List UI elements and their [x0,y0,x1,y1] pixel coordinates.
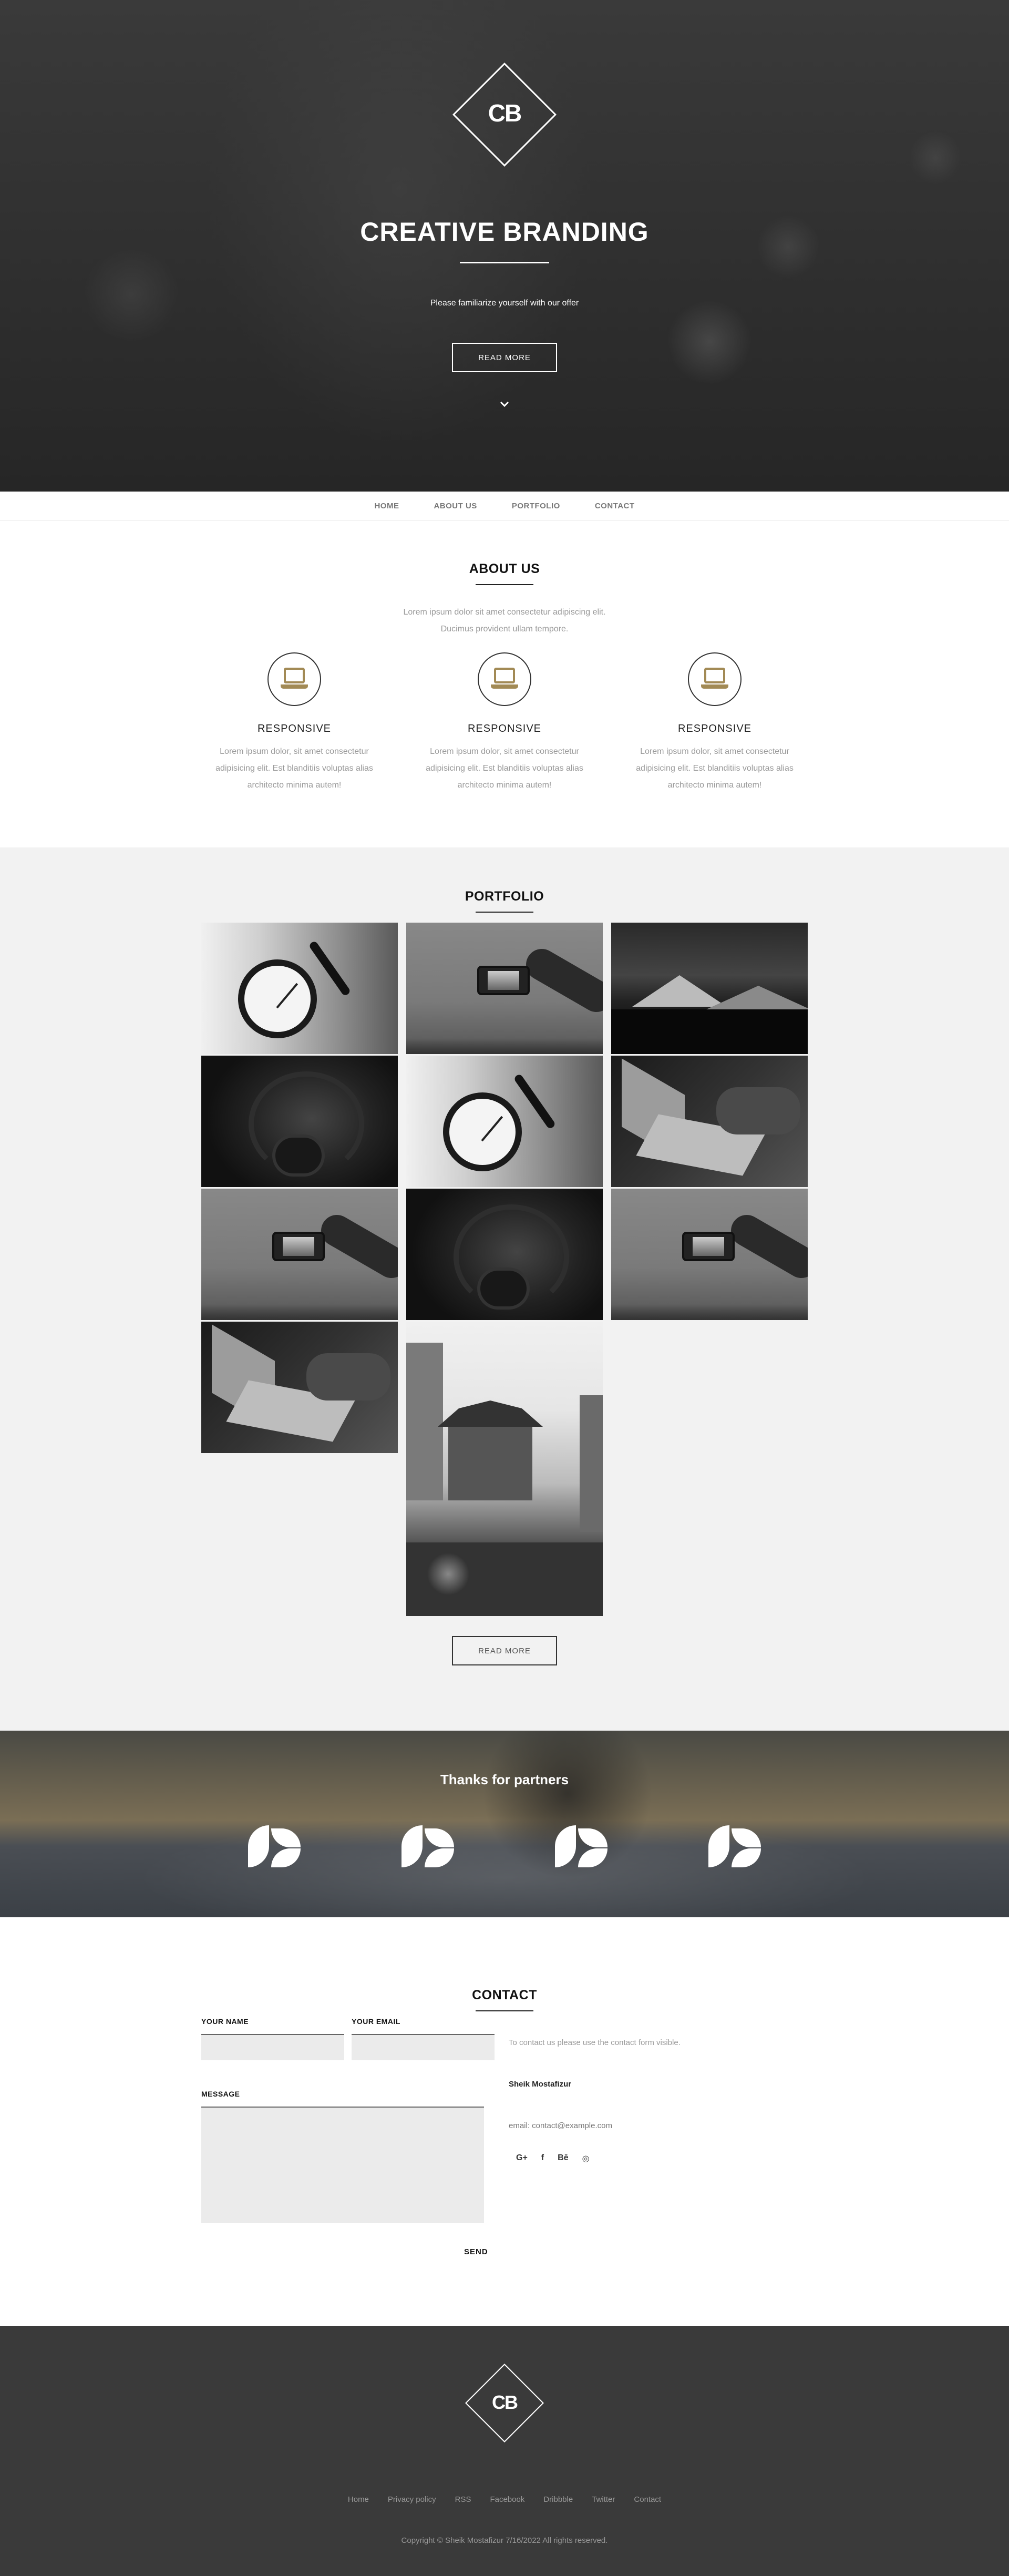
footer: CB Home Privacy policy RSS Facebook Drib… [0,2326,1009,2576]
about-divider [476,584,533,585]
footer-links: Home Privacy policy RSS Facebook Dribbbl… [0,2495,1009,2504]
hero-title: CREATIVE BRANDING [360,217,649,247]
portfolio-image-clock[interactable] [406,1056,603,1187]
google-plus-icon[interactable]: G+ [516,2153,528,2164]
hero-read-more-button[interactable]: READ MORE [452,343,557,372]
portfolio-image-phone[interactable] [201,1189,398,1320]
hero-section: CB CREATIVE BRANDING Please familiarize … [0,0,1009,492]
footer-link-home[interactable]: Home [348,2495,369,2504]
behance-icon[interactable]: Bē [558,2153,568,2164]
portfolio-section: PORTFOLIO READ MORE [0,847,1009,1731]
portfolio-image-clock[interactable] [201,923,398,1054]
main-nav: HOME ABOUT US PORTFOLIO CONTACT [0,492,1009,520]
contact-section: CONTACT YOUR NAME YOUR EMAIL MESSAGE SEN… [0,1917,1009,2326]
partner-logo-icon[interactable] [555,1825,608,1867]
feature-title: RESPONSIVE [257,723,332,734]
about-subtitle: Lorem ipsum dolor sit amet consectetur a… [0,604,1009,638]
portfolio-image-phone[interactable] [406,923,603,1054]
partner-logo-icon[interactable] [248,1825,301,1867]
portfolio-title: PORTFOLIO [465,889,544,904]
message-field[interactable] [201,2107,484,2223]
hero-divider [460,262,549,263]
portfolio-image-headphones[interactable] [406,1189,603,1320]
name-label: YOUR NAME [201,2017,249,2026]
message-label: MESSAGE [201,2090,240,2098]
contact-form: YOUR NAME YOUR EMAIL MESSAGE SEND [201,2017,496,2256]
portfolio-divider [476,912,533,913]
feature-card: RESPONSIVE Lorem ipsum dolor, sit amet c… [413,652,596,794]
feature-text: Lorem ipsum dolor, sit amet consectetur … [636,747,794,790]
hero-logo: CB [488,99,522,127]
partners-title: Thanks for partners [440,1772,569,1787]
contact-title: CONTACT [472,1988,537,2002]
nav-about-us[interactable]: ABOUT US [434,502,477,510]
chevron-down-icon[interactable] [498,400,511,411]
contact-info: To contact us please use the contact for… [509,2038,771,2164]
portfolio-image-headphones[interactable] [201,1056,398,1187]
partner-logos [0,1825,1009,1867]
portfolio-image-phone[interactable] [611,1189,808,1320]
feature-title: RESPONSIVE [677,723,752,734]
footer-link-privacy[interactable]: Privacy policy [388,2495,436,2504]
feature-text: Lorem ipsum dolor, sit amet consectetur … [215,747,373,790]
portfolio-image-laptop[interactable] [201,1322,398,1453]
portfolio-image-temple[interactable] [406,1322,603,1616]
partners-section: Thanks for partners [0,1731,1009,1917]
about-subtitle-line: Ducimus provident ullam tempore. [440,625,569,633]
footer-link-rss[interactable]: RSS [455,2495,471,2504]
nav-home[interactable]: HOME [374,502,399,510]
about-subtitle-line: Lorem ipsum dolor sit amet consectetur a… [403,608,606,617]
hero-subtitle: Please familiarize yourself with our off… [430,299,579,308]
feature-text: Lorem ipsum dolor, sit amet consectetur … [426,747,583,790]
laptop-icon [267,652,321,706]
portfolio-image-mountains[interactable] [611,923,808,1054]
partner-logo-icon[interactable] [401,1825,454,1867]
email-label: YOUR EMAIL [352,2017,400,2026]
contact-info-text: To contact us please use the contact for… [509,2038,681,2047]
laptop-icon [688,652,742,706]
portfolio-image-laptop[interactable] [611,1056,808,1187]
nav-portfolio[interactable]: PORTFOLIO [512,502,560,510]
feature-card: RESPONSIVE Lorem ipsum dolor, sit amet c… [202,652,386,794]
footer-link-dribbble[interactable]: Dribbble [543,2495,573,2504]
partner-logo-icon[interactable] [708,1825,761,1867]
laptop-icon [478,652,531,706]
copyright: Copyright © Sheik Mostafizur 7/16/2022 A… [401,2536,608,2545]
footer-logo[interactable]: CB [0,2391,1009,2414]
footer-link-contact[interactable]: Contact [634,2495,661,2504]
portfolio-read-more-button[interactable]: READ MORE [452,1636,557,1665]
feature-card: RESPONSIVE Lorem ipsum dolor, sit amet c… [623,652,807,794]
features-list: RESPONSIVE Lorem ipsum dolor, sit amet c… [0,652,1009,794]
contact-email: email: contact@example.com [509,2121,612,2130]
contact-person: Sheik Mostafizur [509,2080,572,2089]
about-section: ABOUT US Lorem ipsum dolor sit amet cons… [0,520,1009,847]
name-field[interactable] [201,2034,344,2060]
social-links: G+ f Bē ◎ [509,2153,771,2164]
dribbble-icon[interactable]: ◎ [582,2153,590,2164]
footer-link-twitter[interactable]: Twitter [592,2495,615,2504]
send-button[interactable]: SEND [464,2247,488,2256]
about-title: ABOUT US [469,561,540,576]
portfolio-grid [201,923,808,1617]
nav-contact[interactable]: CONTACT [595,502,635,510]
email-field[interactable] [352,2034,495,2060]
facebook-icon[interactable]: f [541,2153,544,2164]
footer-link-facebook[interactable]: Facebook [490,2495,524,2504]
contact-divider [476,2010,533,2011]
feature-title: RESPONSIVE [467,723,542,734]
